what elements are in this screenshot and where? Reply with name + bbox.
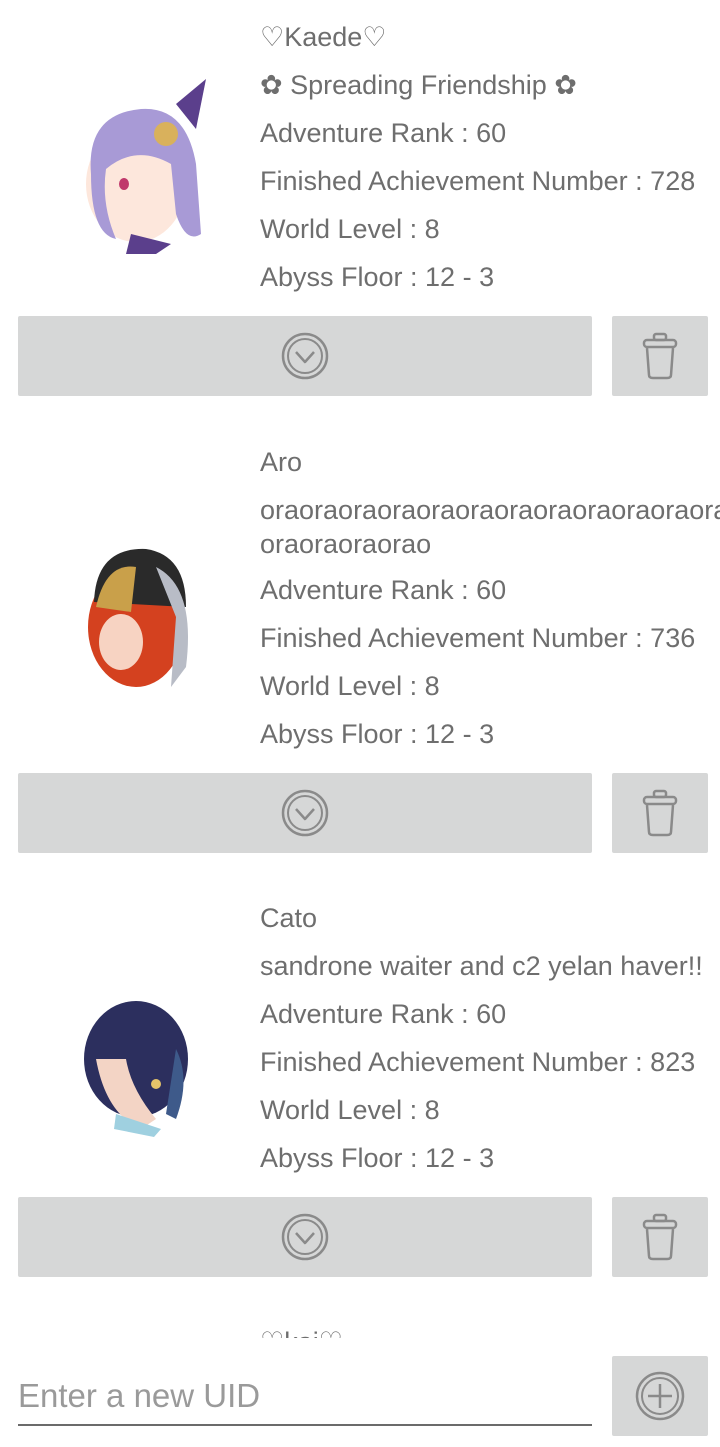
delete-button[interactable] xyxy=(612,316,708,396)
adventure-rank: Adventure Rank : 60 xyxy=(260,118,507,148)
account-list[interactable]: ♡Kaede♡ ✿ Spreading Friendship ✿ Adventu… xyxy=(0,0,720,1338)
trash-icon xyxy=(642,1213,678,1261)
chevron-down-circle-icon xyxy=(281,332,329,380)
chevron-down-circle-icon xyxy=(281,789,329,837)
account-name: Aro xyxy=(260,447,303,477)
world-level: World Level : 8 xyxy=(260,214,440,244)
account-name: ♡kai♡ xyxy=(260,1327,343,1338)
account-signature: sandrone waiter and c2 yelan haver!! xyxy=(260,951,703,981)
delete-button[interactable] xyxy=(612,1197,708,1277)
adventure-rank: Adventure Rank : 60 xyxy=(260,575,507,605)
trash-icon xyxy=(642,789,678,837)
trash-icon xyxy=(642,332,678,380)
achievement-count: Finished Achievement Number : 823 xyxy=(260,1047,696,1077)
plus-circle-icon xyxy=(635,1371,685,1421)
account-name: Cato xyxy=(260,903,318,933)
avatar xyxy=(36,989,236,1189)
add-button[interactable] xyxy=(612,1356,708,1436)
abyss-floor: Abyss Floor : 12 - 3 xyxy=(260,719,495,749)
uid-input[interactable] xyxy=(18,1372,592,1426)
account-signature: ✿ Spreading Friendship ✿ xyxy=(260,70,577,100)
expand-button[interactable] xyxy=(18,1197,592,1277)
abyss-floor: Abyss Floor : 12 - 3 xyxy=(260,262,495,292)
delete-button[interactable] xyxy=(612,773,708,853)
add-uid-bar xyxy=(0,1338,720,1447)
achievement-count: Finished Achievement Number : 736 xyxy=(260,623,696,653)
expand-button[interactable] xyxy=(18,773,592,853)
account-name: ♡Kaede♡ xyxy=(260,22,387,52)
chevron-down-circle-icon xyxy=(281,1213,329,1261)
adventure-rank: Adventure Rank : 60 xyxy=(260,999,507,1029)
world-level: World Level : 8 xyxy=(260,1095,440,1125)
avatar xyxy=(36,527,236,727)
expand-button[interactable] xyxy=(18,316,592,396)
world-level: World Level : 8 xyxy=(260,671,440,701)
account-signature: oraoraoraoraoraoraoraoraoraoraoraoraorao… xyxy=(260,495,720,559)
abyss-floor: Abyss Floor : 12 - 3 xyxy=(260,1143,495,1173)
avatar xyxy=(36,44,236,254)
achievement-count: Finished Achievement Number : 728 xyxy=(260,166,696,196)
